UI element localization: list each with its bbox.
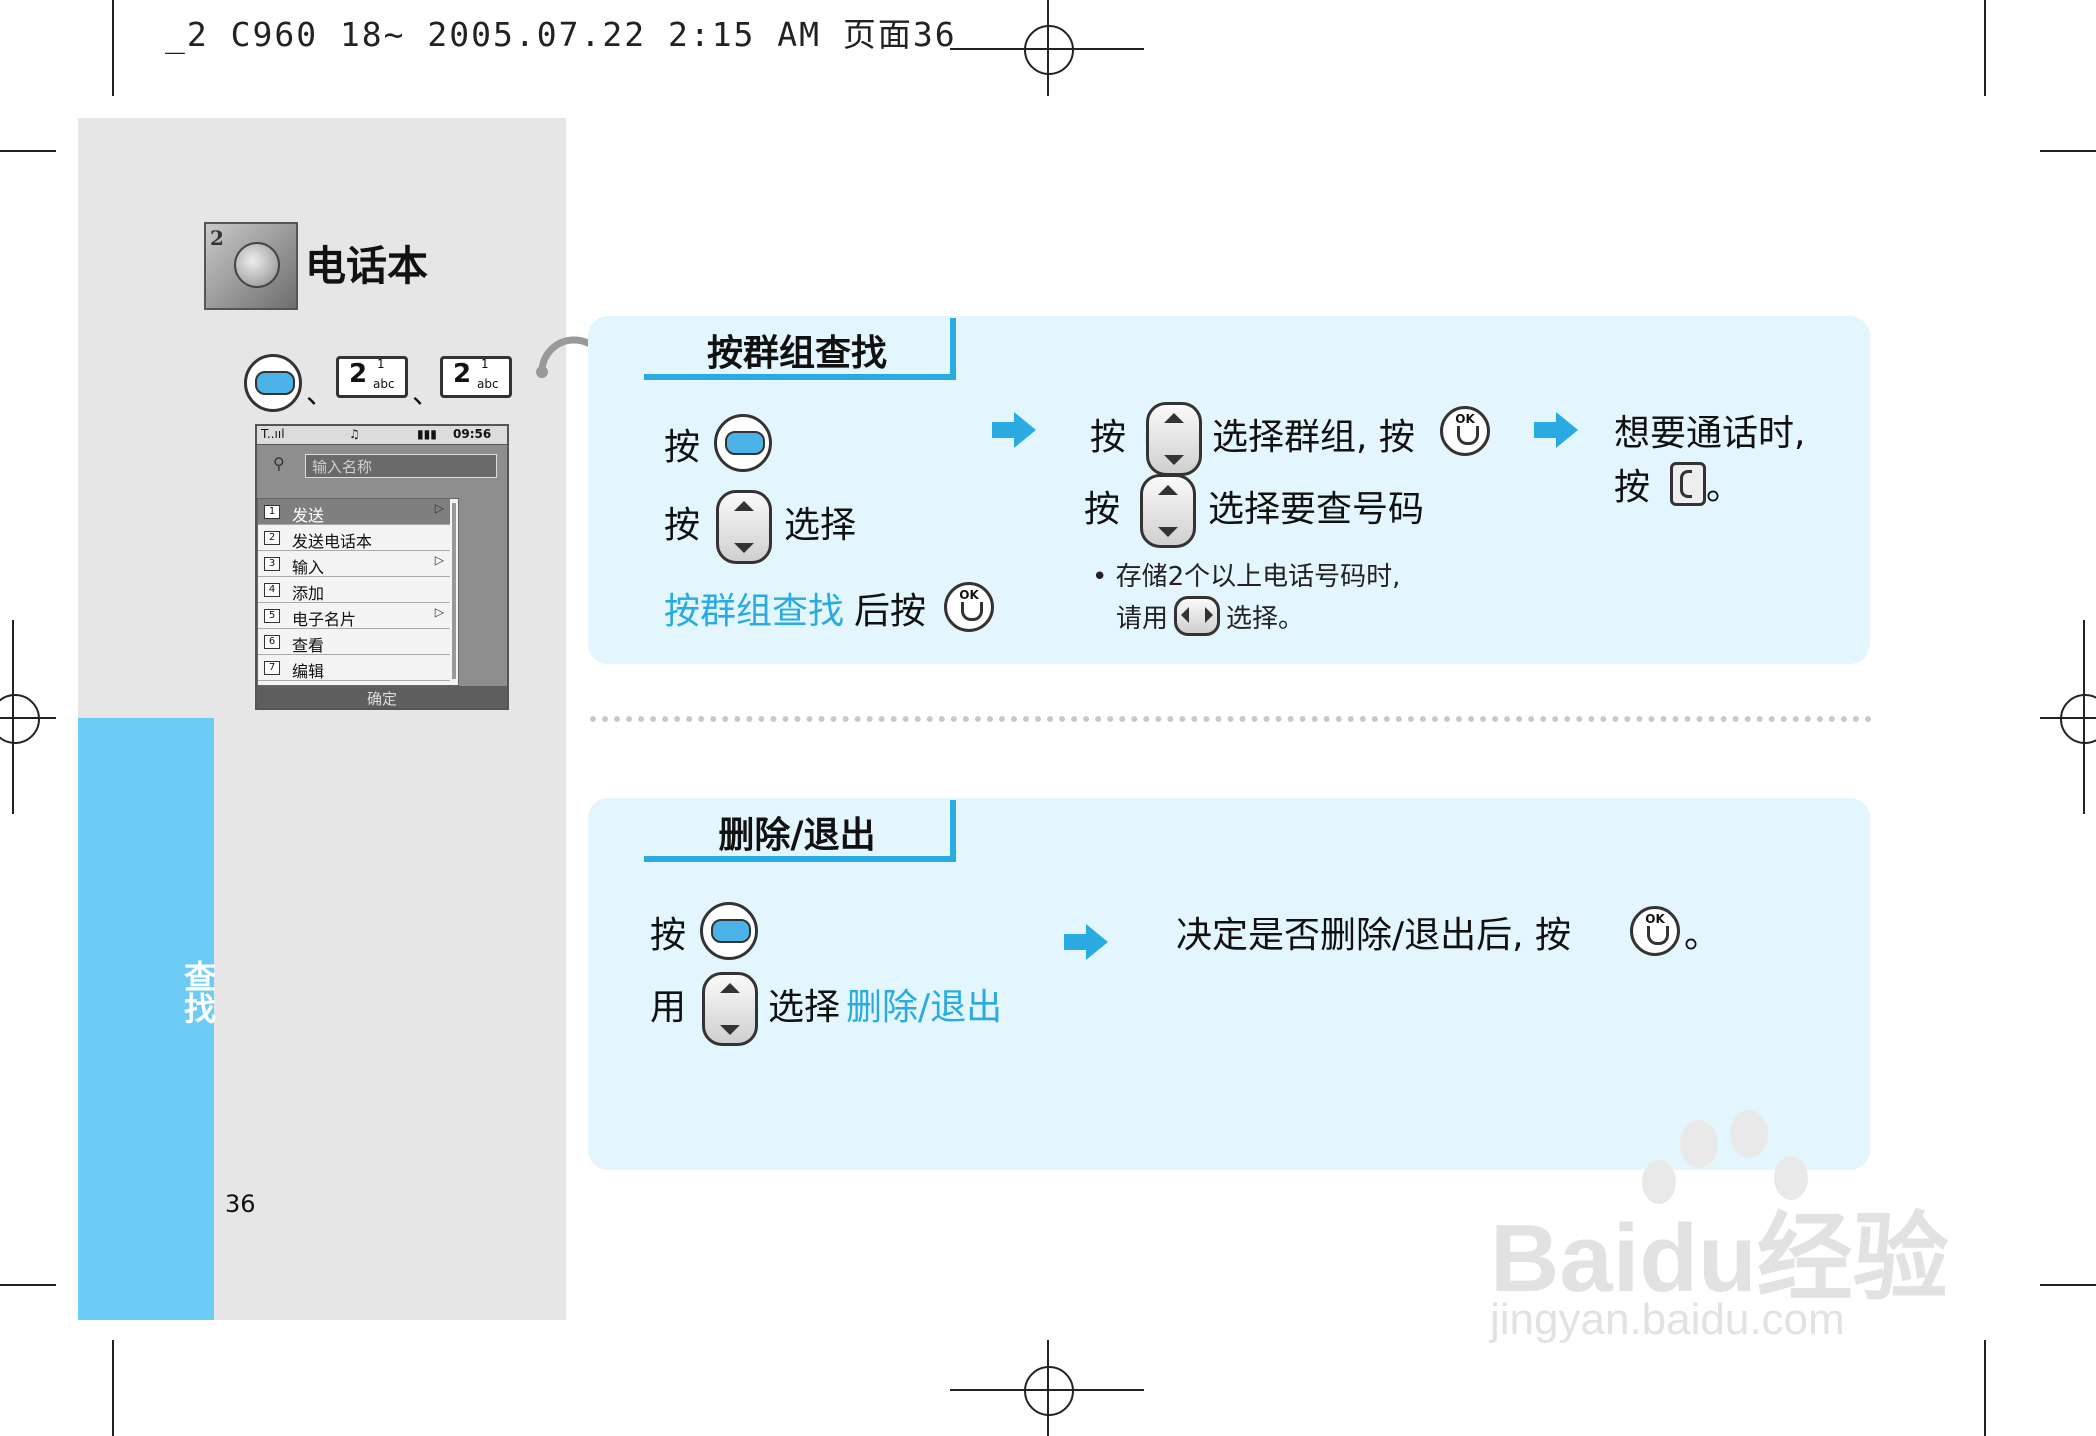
- search-input[interactable]: 输入名称: [305, 454, 497, 478]
- side-tab-label: 查找: [179, 960, 217, 1024]
- search-icon: ⚲: [273, 454, 285, 473]
- phonebook-icon-number: 2: [210, 226, 224, 250]
- paw-icon: [1680, 1120, 1718, 1168]
- registration-mark-line: [12, 620, 14, 814]
- number-2-key-icon: 2 1 abc: [440, 356, 512, 398]
- crop-mark: [112, 1340, 114, 1436]
- menu-item-7[interactable]: 7 编辑: [258, 655, 450, 681]
- crop-mark: [1984, 0, 1986, 96]
- battery-icon: ▮▮▮: [417, 427, 437, 441]
- left-right-nav-key-icon: [1174, 596, 1220, 636]
- ok-key-icon: OK: [1440, 406, 1490, 456]
- s1-step2-line2b: 选择要查号码: [1208, 489, 1425, 530]
- menu-item-6[interactable]: 6 查看: [258, 629, 450, 655]
- menu-item-4[interactable]: 4 添加: [258, 577, 450, 603]
- signal-icon: T..ııl: [261, 427, 285, 441]
- registration-mark-line: [2040, 717, 2096, 719]
- phone-screen: T..ııl ♫ ▮▮▮ 09:56 ⚲ 输入名称 1 发送 ▷ 2 发送电话本 3输…: [255, 424, 509, 710]
- arrow-right-icon: [1064, 924, 1108, 960]
- registration-mark-line: [1047, 0, 1049, 96]
- separator: 、: [306, 377, 335, 410]
- s1-step2-line1a: 按: [1090, 417, 1127, 458]
- arrow-right-icon: [1534, 412, 1578, 448]
- registration-mark-line: [0, 717, 56, 719]
- phonebook-icon: 2: [204, 222, 298, 310]
- s1-step3-line1: 想要通话时,: [1614, 413, 1806, 454]
- phone-status-bar: T..ııl ♫ ▮▮▮ 09:56: [257, 426, 507, 445]
- crop-mark: [2040, 150, 2096, 152]
- menu-key-icon: [714, 414, 772, 472]
- section-heading-delete-exit: 删除/退出: [644, 800, 956, 862]
- registration-mark: [1024, 25, 1074, 75]
- sound-icon: ♫: [349, 427, 360, 441]
- menu-key-icon: [700, 902, 758, 960]
- registration-mark: [0, 694, 40, 744]
- options-menu: 1 发送 ▷ 2 发送电话本 3 输入 ▷ 4 添加 5 电子名片 ▷ 6 查看 7 编辑: [257, 498, 459, 686]
- s1-step3-line2a: 按: [1614, 467, 1651, 508]
- s1-step3-line2b: 。: [1706, 467, 1743, 508]
- s1-step1-line2a: 按: [664, 505, 701, 546]
- up-down-nav-key-icon: [702, 972, 758, 1046]
- menu-item-1[interactable]: 1 发送 ▷: [258, 499, 450, 525]
- number-2-key-icon: 2 1 abc: [336, 356, 408, 398]
- ok-key-icon: OK: [944, 582, 994, 632]
- section-divider: [590, 716, 1872, 722]
- section-heading-group-search: 按群组查找: [644, 318, 956, 380]
- s1-step2-line1b: 选择群组, 按: [1212, 417, 1415, 458]
- registration-mark: [1024, 1366, 1074, 1416]
- page-number: 36: [225, 1190, 256, 1218]
- globe-icon: [234, 242, 280, 288]
- up-down-nav-key-icon: [1140, 474, 1196, 548]
- softkey-confirm[interactable]: 确定: [257, 688, 507, 709]
- up-down-nav-key-icon: [716, 490, 772, 564]
- crop-mark: [0, 150, 56, 152]
- crop-mark: [2040, 1284, 2096, 1286]
- watermark: Baidu经验 jingyan.baidu.com: [1490, 1110, 1970, 1344]
- s1-note-line1: • 存储2个以上电话号码时,: [1092, 562, 1401, 592]
- paw-icon: [1730, 1110, 1768, 1158]
- menu-item-2[interactable]: 2 发送电话本: [258, 525, 450, 551]
- registration-mark-line: [2083, 620, 2085, 814]
- registration-mark-line: [1047, 1340, 1049, 1436]
- s2-step1-line2a: 用: [650, 987, 687, 1028]
- s1-note-line2b: 选择。: [1226, 604, 1305, 634]
- registration-mark: [2060, 694, 2096, 744]
- s1-step1-line1: 按: [664, 427, 701, 468]
- watermark-url: jingyan.baidu.com: [1490, 1295, 1845, 1344]
- menu-key-icon: [244, 354, 302, 412]
- s1-step1-line3-highlight: 按群组查找: [664, 591, 845, 632]
- s1-note-line2a: 请用: [1116, 604, 1169, 634]
- softkey-bar: 确定: [257, 686, 507, 708]
- s2-step2-end: 。: [1684, 915, 1721, 956]
- s2-step1-line1: 按: [650, 915, 687, 956]
- s2-step2-text: 决定是否删除/退出后, 按: [1176, 915, 1572, 956]
- send-key-icon: [1670, 462, 1706, 506]
- s1-step1-line3-rest: 后按: [854, 591, 927, 632]
- chapter-title: 电话本: [305, 242, 428, 290]
- clock: 09:56: [453, 427, 492, 441]
- s2-step1-line2b: 选择: [768, 987, 841, 1028]
- s1-step2-line2a: 按: [1084, 489, 1121, 530]
- separator: 、: [412, 377, 441, 410]
- print-header: _2 C960 18~ 2005.07.22 2:15 AM 页面36: [165, 15, 957, 54]
- arrow-right-icon: [992, 412, 1036, 448]
- crop-mark: [1984, 1340, 1986, 1436]
- menu-item-3[interactable]: 3 输入 ▷: [258, 551, 450, 577]
- ok-key-icon: OK: [1630, 906, 1680, 956]
- s1-step1-line2b: 选择: [784, 505, 857, 546]
- s2-step1-line2-highlight: 删除/退出: [846, 987, 1003, 1028]
- crop-mark: [112, 0, 114, 96]
- scrollbar[interactable]: [452, 503, 456, 679]
- menu-item-5[interactable]: 5 电子名片 ▷: [258, 603, 450, 629]
- up-down-nav-key-icon: [1146, 402, 1202, 476]
- crop-mark: [0, 1284, 56, 1286]
